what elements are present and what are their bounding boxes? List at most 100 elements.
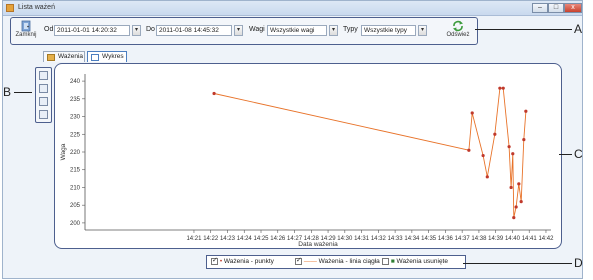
chart-icon	[91, 54, 99, 61]
x-tick-label: 14:24	[237, 236, 253, 242]
chart-pane: 200 205 210 215 220 225 230 235 240 14:21 14:22 14:…	[54, 63, 562, 249]
from-calendar-button[interactable]: ▾	[132, 25, 141, 36]
chevron-down-icon: ▾	[420, 27, 424, 33]
close-button-label: Zamknij	[15, 32, 37, 38]
callout-line-a	[475, 29, 572, 30]
x-tick-label: 14:34	[404, 236, 420, 242]
x-tick-label: 14:31	[354, 236, 370, 242]
window-title: Lista ważeń	[18, 4, 55, 11]
legend-item-line[interactable]: —— Ważenia - linia ciągła	[295, 256, 380, 266]
legend-checkbox-line[interactable]	[295, 256, 302, 265]
to-calendar-button[interactable]: ▾	[234, 25, 243, 36]
data-point	[522, 137, 526, 142]
close-window-button[interactable]: x	[564, 3, 582, 13]
pan-icon[interactable]	[39, 84, 48, 93]
callout-b: B	[3, 85, 12, 99]
data-point	[498, 86, 502, 90]
tab-weighings[interactable]: Ważenia	[43, 51, 85, 62]
data-point	[517, 182, 521, 186]
from-label: Od	[44, 26, 54, 33]
x-tick-label: 14:39	[488, 236, 504, 242]
to-label: Do	[146, 26, 155, 33]
data-point	[467, 148, 471, 152]
data-point	[519, 200, 523, 204]
x-tick-label: 14:22	[203, 236, 219, 242]
callout-a: A	[574, 22, 583, 36]
maximize-button[interactable]: □	[548, 3, 564, 13]
print-icon[interactable]	[39, 97, 48, 106]
title-bar: Lista ważeń – □ x	[3, 1, 582, 16]
chart-tools-panel	[35, 67, 52, 123]
legend-item-points[interactable]: • Ważenia - punkty	[211, 256, 274, 266]
refresh-arrows-icon	[453, 20, 463, 32]
refresh-button[interactable]: Odśwież	[443, 20, 473, 38]
y-axis-title: Waga	[60, 143, 67, 160]
data-point	[212, 91, 216, 96]
x-tick-label: 14:21	[186, 236, 202, 242]
x-axis-title: Data ważenia	[298, 241, 338, 247]
legend-label-line: Ważenia - linia ciągła	[318, 258, 380, 266]
data-point	[470, 111, 474, 115]
legend-item-deleted[interactable]: ■ Ważenia usunięte	[382, 258, 448, 265]
main-window: Lista ważeń – □ x Zamknij Od 2011-01-01 …	[2, 0, 583, 279]
callout-line-d	[463, 263, 572, 264]
x-tick-label: 14:33	[388, 236, 404, 242]
y-tick-label: 200	[70, 221, 81, 227]
legend-label-points: Ważenia - punkty	[223, 258, 274, 266]
data-point	[509, 185, 513, 190]
weighing-chart[interactable]: 20020521021522022523023524014:21 14:22 14:…	[55, 64, 560, 248]
calendar-icon: ▾	[236, 27, 240, 33]
scale-dropdown-button[interactable]: ▾	[329, 25, 338, 36]
x-tick-label: 14:40	[505, 236, 521, 242]
legend-checkbox-deleted[interactable]	[382, 258, 389, 265]
data-point	[514, 205, 518, 209]
from-date-field[interactable]: 2011-01-01 14:20:32	[54, 25, 130, 36]
legend-checkbox-points[interactable]	[211, 256, 218, 265]
line-marker-icon: ——	[303, 258, 319, 266]
x-tick-label: 14:38	[471, 236, 487, 242]
data-point	[493, 132, 497, 136]
table-icon	[47, 54, 55, 61]
legend-label-deleted: Ważenia usunięte	[396, 258, 448, 266]
tab-chart-label: Wykres	[102, 53, 124, 60]
x-tick-label: 14:30	[337, 236, 353, 242]
refresh-button-label: Odśwież	[446, 32, 470, 38]
x-tick-label: 14:25	[253, 236, 269, 242]
data-point	[485, 175, 489, 179]
series-line	[214, 87, 527, 218]
save-icon[interactable]	[39, 110, 48, 119]
x-tick-label: 14:37	[455, 236, 471, 242]
door-exit-icon	[21, 20, 31, 32]
x-tick-label: 14:35	[421, 236, 437, 242]
callout-c: C	[574, 147, 583, 161]
y-tick-label: 220	[70, 150, 81, 156]
minimize-button[interactable]: –	[532, 3, 548, 13]
y-tick-label: 210	[70, 185, 81, 191]
scale-select[interactable]: Wszystkie wagi	[267, 25, 327, 36]
y-tick-label: 240	[70, 79, 81, 85]
x-tick-label: 14:26	[270, 236, 286, 242]
y-tick-label: 235	[70, 97, 81, 103]
x-tick-label: 14:23	[220, 236, 236, 242]
tab-chart[interactable]: Wykres	[87, 51, 127, 62]
callout-line-c	[559, 154, 572, 155]
chart-legend: • Ważenia - punkty —— Ważenia - linia ci…	[206, 255, 466, 269]
y-tick-label: 230	[70, 115, 81, 121]
scale-label: Wagi	[249, 26, 265, 33]
types-select[interactable]: Wszystkie typy	[361, 25, 416, 36]
x-tick-label: 14:36	[438, 236, 454, 242]
data-point	[524, 109, 528, 113]
y-tick-label: 225	[70, 132, 81, 138]
y-tick-label: 215	[70, 168, 81, 174]
to-date-field[interactable]: 2011-01-08 14:45:32	[156, 25, 232, 36]
app-icon	[6, 4, 14, 12]
close-button[interactable]: Zamknij	[14, 20, 38, 38]
data-point	[511, 152, 515, 156]
filter-toolbar: Zamknij Od 2011-01-01 14:20:32 ▾ Do 2011…	[10, 17, 478, 45]
tab-weighings-label: Ważenia	[58, 53, 84, 60]
data-point	[501, 86, 505, 90]
data-point	[512, 215, 516, 220]
types-dropdown-button[interactable]: ▾	[418, 25, 427, 36]
x-tick-label: 14:32	[371, 236, 387, 242]
zoom-icon[interactable]	[39, 71, 48, 80]
